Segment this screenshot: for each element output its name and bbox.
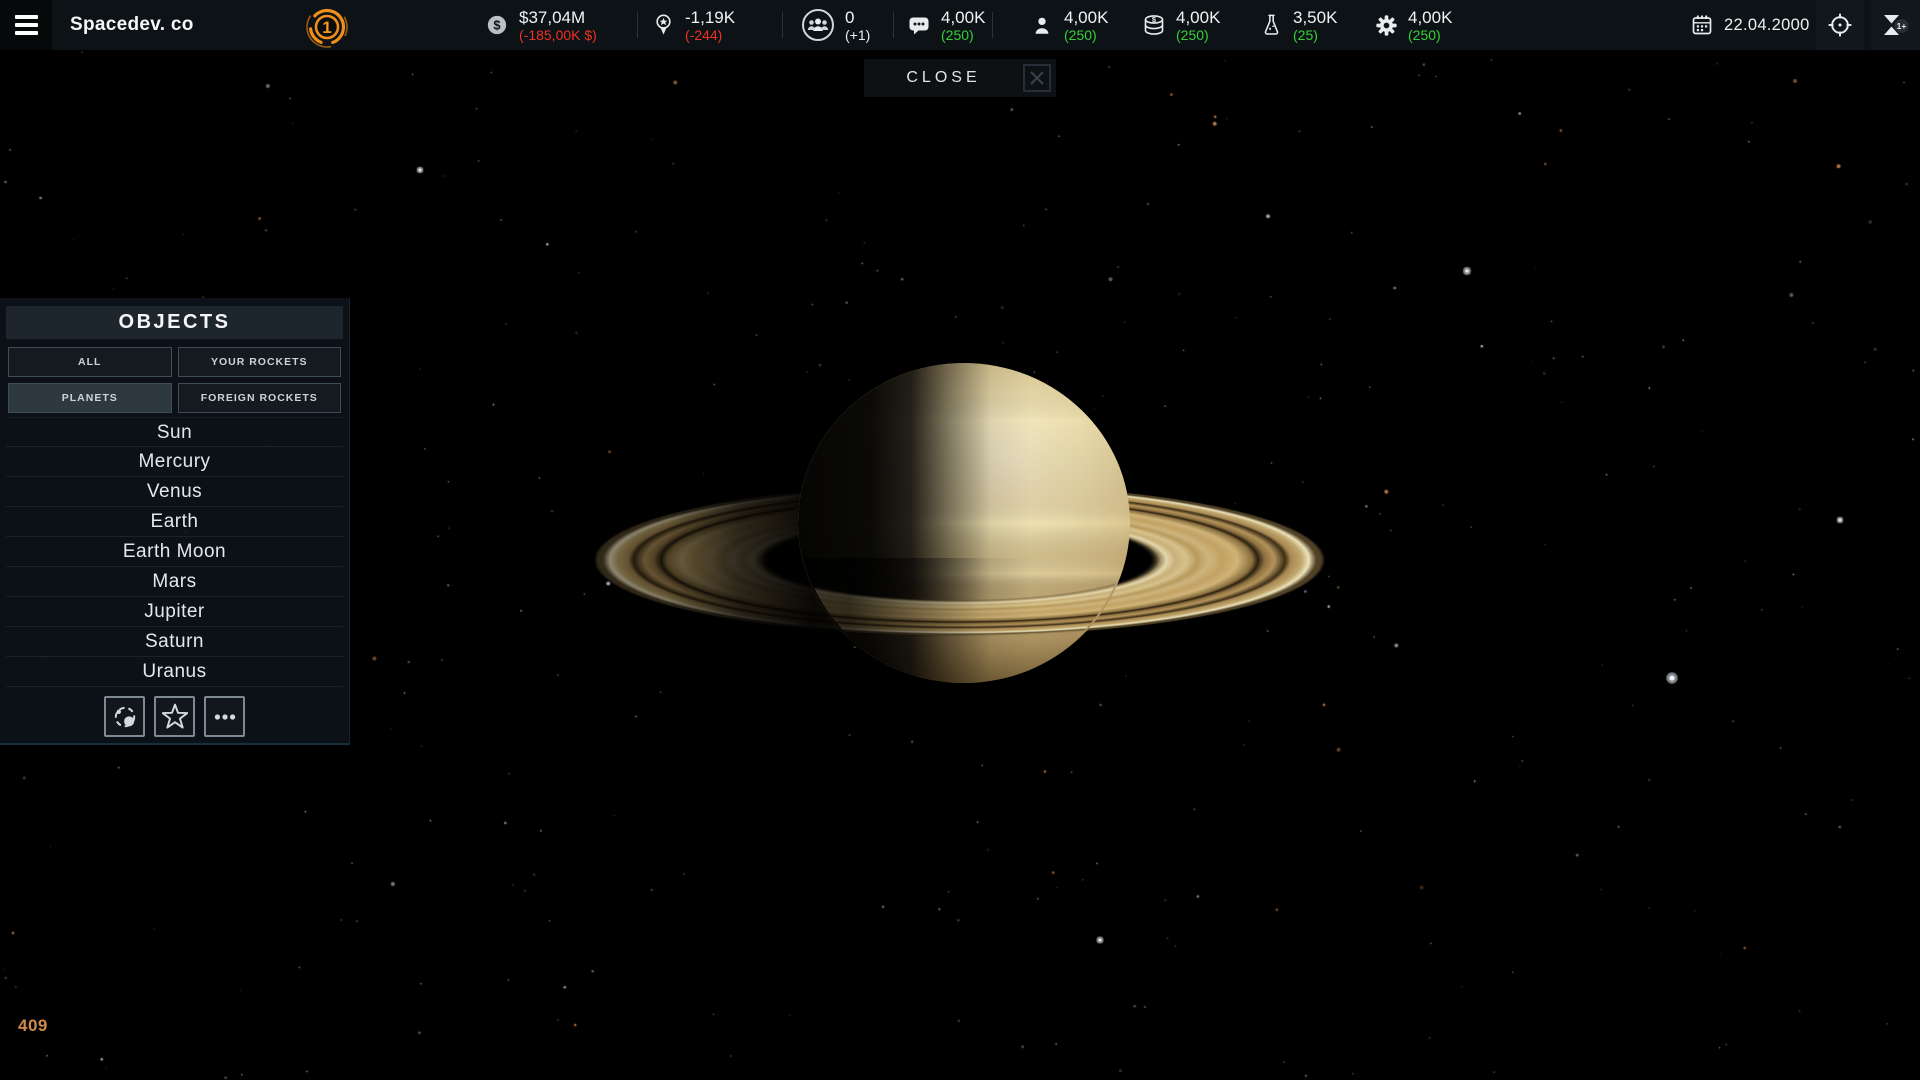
- objects-panel-title: OBJECTS: [6, 306, 343, 339]
- comms-delta: (250): [941, 27, 985, 43]
- svg-text:1: 1: [322, 18, 331, 37]
- date-display[interactable]: 22.04.2000: [1690, 0, 1810, 50]
- filter-all[interactable]: ALL: [8, 347, 172, 377]
- materials-delta: (250): [1176, 27, 1220, 43]
- svg-text:$: $: [493, 18, 500, 33]
- coins-icon: $: [1141, 13, 1167, 37]
- star-icon: [162, 703, 188, 730]
- calendar-icon: [1690, 13, 1714, 37]
- orbit-view-button[interactable]: [104, 696, 145, 737]
- resource-parts[interactable]: 4,00K(250): [1373, 0, 1452, 50]
- main-menu-button[interactable]: [0, 0, 52, 50]
- objects-tools: [0, 696, 349, 737]
- hamburger-icon: [15, 11, 38, 39]
- reputation-value: -1,19K: [685, 8, 735, 27]
- list-item-sun[interactable]: Sun: [6, 417, 343, 447]
- dollar-coin-icon: $: [484, 14, 510, 36]
- population-delta: (+1): [845, 27, 870, 43]
- reputation-delta: (-244): [685, 27, 735, 43]
- close-x-icon[interactable]: [1023, 64, 1051, 92]
- close-button[interactable]: CLOSE: [864, 59, 1056, 97]
- close-label: CLOSE: [864, 69, 1023, 87]
- ellipsis-icon: [212, 704, 238, 730]
- parts-value: 4,00K: [1408, 8, 1452, 27]
- resource-materials[interactable]: $ 4,00K(250): [1141, 0, 1220, 50]
- divider: [893, 12, 894, 38]
- list-item-earth-moon[interactable]: Earth Moon: [6, 537, 343, 567]
- resource-comms[interactable]: 4,00K(250): [906, 0, 985, 50]
- list-item-venus[interactable]: Venus: [6, 477, 343, 507]
- divider: [992, 12, 993, 38]
- filter-foreign-rockets[interactable]: FOREIGN ROCKETS: [178, 383, 342, 413]
- science-value: 3,50K: [1293, 8, 1337, 27]
- money-value: $37,04M: [519, 8, 597, 27]
- divider: [637, 12, 638, 38]
- list-item-mercury[interactable]: Mercury: [6, 447, 343, 477]
- population-value: 0: [845, 8, 870, 27]
- debug-counter: 409: [18, 1016, 48, 1036]
- filter-planets[interactable]: PLANETS: [8, 383, 172, 413]
- chat-bubble-icon: [906, 13, 932, 37]
- resource-science[interactable]: 3,50K(25): [1258, 0, 1337, 50]
- workers-value: 4,00K: [1064, 8, 1108, 27]
- resource-money[interactable]: $ $37,04M(-185,00K $): [484, 0, 597, 50]
- materials-value: 4,00K: [1176, 8, 1220, 27]
- list-item-jupiter[interactable]: Jupiter: [6, 597, 343, 627]
- crosshair-icon: [1827, 12, 1853, 38]
- hourglass-icon: 1+: [1880, 12, 1910, 39]
- flask-icon: [1258, 13, 1284, 37]
- app-title: Spacedev. co: [70, 0, 194, 50]
- medal-icon: [650, 13, 676, 37]
- objects-filters: ALL YOUR ROCKETS PLANETS FOREIGN ROCKETS: [8, 347, 341, 413]
- population-icon: [800, 8, 836, 42]
- gear-icon: [1373, 14, 1399, 37]
- resource-reputation[interactable]: -1,19K(-244): [650, 0, 735, 50]
- more-options-button[interactable]: [204, 696, 245, 737]
- favorites-button[interactable]: [154, 696, 195, 737]
- comms-value: 4,00K: [941, 8, 985, 27]
- date-text: 22.04.2000: [1724, 16, 1810, 35]
- list-item-earth[interactable]: Earth: [6, 507, 343, 537]
- person-icon: [1029, 14, 1055, 37]
- science-delta: (25): [1293, 27, 1337, 43]
- center-view-button[interactable]: [1816, 0, 1864, 50]
- saturn-planet[interactable]: [540, 340, 1380, 700]
- resource-population[interactable]: 0(+1): [800, 0, 870, 50]
- parts-delta: (250): [1408, 27, 1452, 43]
- list-item-uranus[interactable]: Uranus: [6, 657, 343, 687]
- filter-your-rockets[interactable]: YOUR ROCKETS: [178, 347, 342, 377]
- workers-delta: (250): [1064, 27, 1108, 43]
- divider: [782, 12, 783, 38]
- round-counter-badge[interactable]: 1: [305, 3, 349, 51]
- money-delta: (-185,00K $): [519, 27, 597, 43]
- list-item-mars[interactable]: Mars: [6, 567, 343, 597]
- time-speed-button[interactable]: 1+: [1870, 0, 1920, 50]
- resource-workers[interactable]: 4,00K(250): [1029, 0, 1108, 50]
- svg-text:1+: 1+: [1897, 21, 1907, 31]
- orbit-icon: [112, 704, 138, 730]
- list-item-saturn[interactable]: Saturn: [6, 627, 343, 657]
- objects-panel: OBJECTS ALL YOUR ROCKETS PLANETS FOREIGN…: [0, 298, 350, 745]
- top-bar: Spacedev. co 1 $ $37,04M(-185,00K $) -1,…: [0, 0, 1920, 50]
- objects-list: Sun Mercury Venus Earth Earth Moon Mars …: [6, 417, 343, 687]
